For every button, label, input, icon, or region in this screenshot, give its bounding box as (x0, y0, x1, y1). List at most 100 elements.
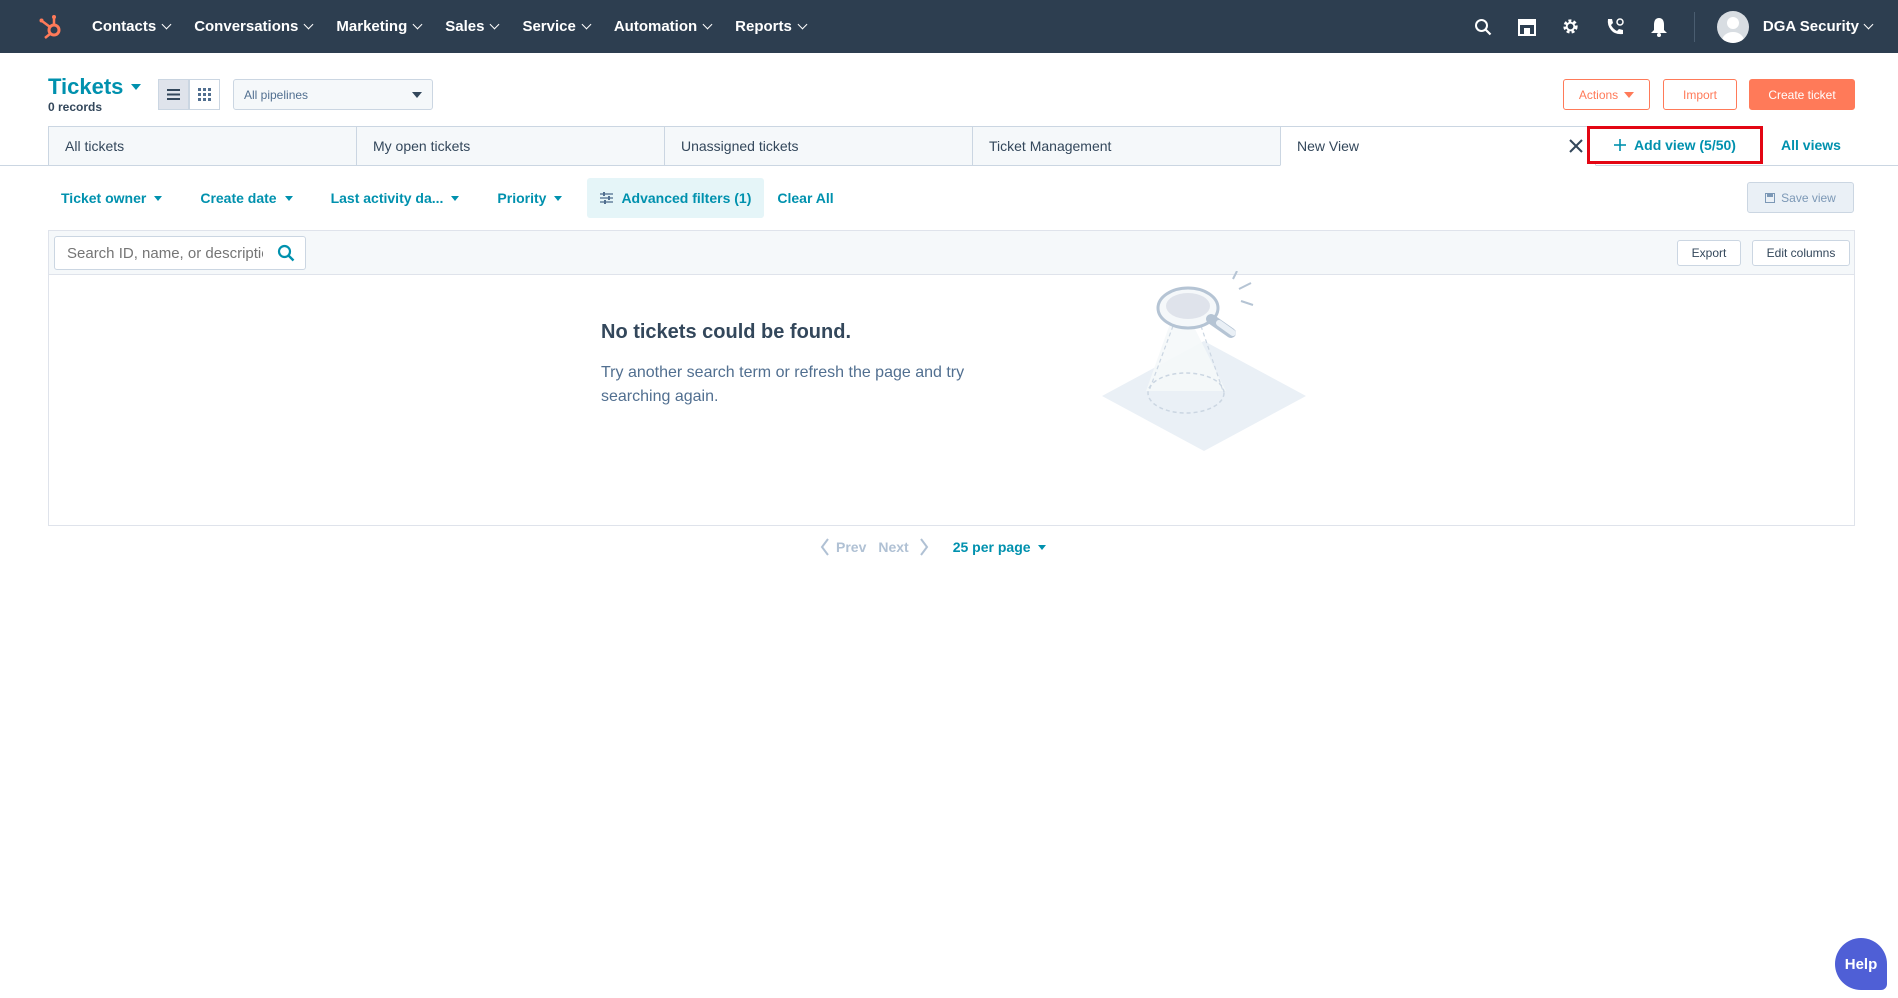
tab-ticket-management[interactable]: Ticket Management (972, 126, 1280, 166)
export-button[interactable]: Export (1677, 240, 1741, 266)
table-toolbar: Export Edit columns (49, 231, 1854, 275)
add-view-button[interactable]: Add view (5/50) (1587, 126, 1763, 164)
all-views-link[interactable]: All views (1781, 137, 1841, 153)
list-view-button[interactable] (158, 79, 189, 110)
create-ticket-label: Create ticket (1768, 87, 1836, 102)
filter-ticket-owner[interactable]: Ticket owner (48, 178, 175, 218)
search-box (54, 236, 306, 270)
notifications-icon[interactable] (1648, 16, 1670, 38)
nav-label: Reports (735, 18, 792, 35)
chevron-down-icon (490, 19, 500, 30)
sliders-icon (600, 192, 614, 204)
clear-all-link[interactable]: Clear All (764, 178, 846, 218)
next-button[interactable]: Next (878, 539, 908, 555)
close-icon[interactable] (1569, 139, 1583, 153)
nav-label: Sales (445, 18, 485, 35)
nav-conversations[interactable]: Conversations (194, 18, 314, 35)
nav-contacts[interactable]: Contacts (92, 18, 172, 35)
search-icon[interactable] (1472, 16, 1494, 38)
list-icon (167, 89, 180, 100)
nav-automation[interactable]: Automation (614, 18, 713, 35)
caret-down-icon (451, 195, 460, 201)
filter-priority[interactable]: Priority (484, 178, 575, 218)
search-input[interactable] (65, 243, 265, 263)
chevron-down-icon (1863, 19, 1874, 30)
chevron-down-icon (303, 19, 314, 30)
save-icon (1765, 192, 1776, 203)
edit-columns-button[interactable]: Edit columns (1752, 240, 1850, 266)
filter-label: Create date (200, 190, 277, 206)
tab-label: Ticket Management (989, 138, 1112, 154)
top-navigation: Contacts Conversations Marketing Sales S… (0, 0, 1898, 53)
chevron-left-icon[interactable] (820, 538, 830, 556)
prev-button[interactable]: Prev (836, 539, 866, 555)
pagination: Prev Next 25 per page (820, 534, 1046, 560)
chevron-right-icon[interactable] (919, 538, 929, 556)
calling-icon[interactable] (1604, 16, 1626, 38)
account-menu[interactable]: DGA Security (1763, 18, 1874, 35)
page-title-label: Tickets (48, 74, 124, 99)
chevron-down-icon (412, 19, 423, 30)
caret-down-icon (1037, 544, 1046, 550)
pipeline-value: All pipelines (244, 87, 309, 102)
tab-label: My open tickets (373, 138, 471, 154)
save-view-label: Save view (1781, 190, 1836, 205)
actions-button[interactable]: Actions (1563, 79, 1650, 110)
chevron-down-icon (797, 19, 808, 30)
tab-label: Unassigned tickets (681, 138, 799, 154)
filter-last-activity-date[interactable]: Last activity da... (318, 178, 473, 218)
nav-divider (1693, 11, 1695, 42)
page-title[interactable]: Tickets (48, 74, 142, 100)
advanced-filters-label: Advanced filters (1) (621, 190, 752, 206)
caret-down-icon (284, 195, 293, 201)
caret-down-icon (131, 84, 142, 90)
hubspot-logo-icon[interactable] (36, 12, 66, 42)
tab-new-view[interactable]: New View (1280, 126, 1596, 166)
add-view-label: Add view (5/50) (1634, 137, 1736, 153)
grid-icon (198, 88, 211, 101)
avatar[interactable] (1716, 10, 1749, 43)
nav-label: Conversations (194, 18, 299, 35)
view-toggle (158, 79, 220, 110)
caret-down-icon (154, 195, 163, 201)
tab-label: New View (1297, 138, 1359, 154)
marketplace-icon[interactable] (1516, 16, 1538, 38)
import-button[interactable]: Import (1663, 79, 1737, 110)
tab-label: All tickets (65, 138, 125, 154)
nav-label: Service (522, 18, 576, 35)
export-label: Export (1691, 246, 1727, 260)
tickets-table: Export Edit columns No tickets could be … (48, 230, 1855, 526)
search-icon[interactable] (277, 244, 295, 262)
empty-state-title: No tickets could be found. (601, 321, 852, 343)
nav-marketing[interactable]: Marketing (336, 18, 423, 35)
chevron-down-icon (161, 19, 172, 30)
empty-search-illustration (1102, 271, 1306, 451)
nav-label: Contacts (92, 18, 157, 35)
board-view-button[interactable] (189, 79, 220, 110)
per-page-label: 25 per page (952, 539, 1031, 555)
filter-create-date[interactable]: Create date (187, 178, 305, 218)
per-page-select[interactable]: 25 per page (953, 539, 1046, 555)
settings-icon[interactable] (1560, 16, 1582, 38)
nav-label: Marketing (336, 18, 408, 35)
chevron-down-icon (702, 19, 713, 30)
nav-reports[interactable]: Reports (735, 18, 808, 35)
filter-bar: Ticket owner Create date Last activity d… (48, 178, 847, 218)
tab-unassigned-tickets[interactable]: Unassigned tickets (664, 126, 972, 166)
empty-state-description: Try another search term or refresh the p… (601, 364, 965, 405)
nav-sales[interactable]: Sales (445, 18, 500, 35)
create-ticket-button[interactable]: Create ticket (1749, 79, 1855, 110)
help-button[interactable]: Help (1835, 938, 1887, 990)
caret-down-icon (412, 91, 422, 98)
tab-all-tickets[interactable]: All tickets (48, 126, 356, 166)
tab-my-open-tickets[interactable]: My open tickets (356, 126, 664, 166)
pipeline-select[interactable]: All pipelines (233, 79, 433, 110)
nav-service[interactable]: Service (522, 18, 592, 35)
caret-down-icon (554, 195, 563, 201)
advanced-filters-button[interactable]: Advanced filters (1) (587, 178, 765, 218)
record-count: 0 records (48, 100, 103, 114)
save-view-button[interactable]: Save view (1747, 182, 1854, 213)
help-label: Help (1844, 955, 1878, 973)
filter-label: Ticket owner (61, 190, 147, 206)
plus-icon (1614, 139, 1627, 151)
